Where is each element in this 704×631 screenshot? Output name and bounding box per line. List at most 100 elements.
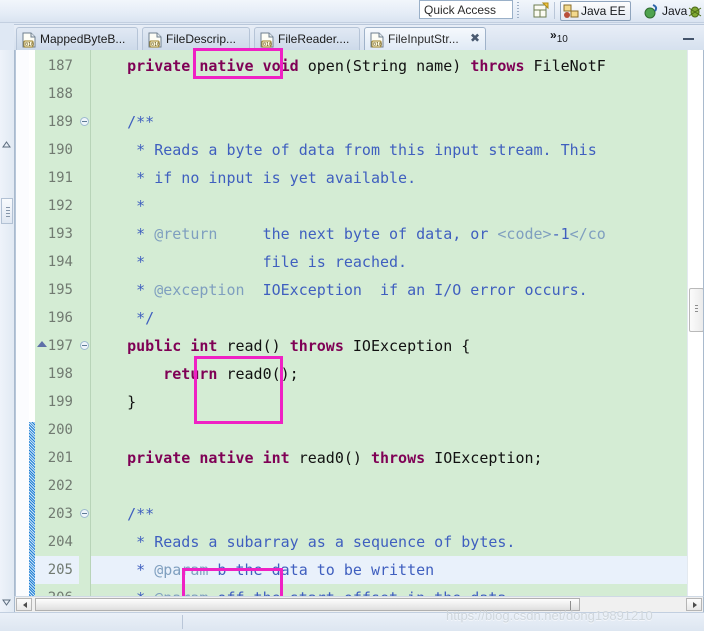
code-token: * Reads a subarray as a sequence of byte…: [91, 533, 516, 551]
editor-tab-2[interactable]: 010 FileReader....: [254, 27, 360, 51]
open-perspective-icon[interactable]: [531, 2, 550, 20]
code-line[interactable]: /**: [91, 108, 154, 136]
line-number: 190: [47, 142, 73, 158]
line-number: 205: [47, 562, 73, 578]
editor-tab-3[interactable]: 010 FileInputStr... ✖: [364, 27, 486, 51]
code-token: throws: [470, 57, 525, 75]
code-token: @return: [154, 225, 218, 243]
code-line[interactable]: private native void open(String name) th…: [91, 52, 606, 80]
editor-tab-0-label: MappedByteB...: [40, 32, 126, 46]
code-editor[interactable]: 187 188 189 190 191 192 193 194 195 196 197 198 199 2…: [14, 50, 704, 613]
code-token: b the data to be written: [208, 561, 435, 579]
svg-text:010: 010: [263, 42, 272, 48]
line-number: 201: [47, 450, 73, 466]
code-line[interactable]: */: [91, 304, 154, 332]
editor-tab-0[interactable]: 010 MappedByteB...: [16, 27, 138, 51]
code-token: FileNotF: [524, 57, 606, 75]
minimize-icon[interactable]: [683, 36, 694, 40]
code-line[interactable]: * file is reached.: [91, 248, 407, 276]
code-line[interactable]: *: [91, 192, 145, 220]
java-file-icon: 010: [370, 32, 384, 48]
svg-text:010: 010: [151, 42, 160, 48]
fold-collapse-icon[interactable]: [80, 117, 89, 126]
code-line[interactable]: private native int read0() throws IOExce…: [91, 444, 543, 472]
code-line[interactable]: return read0();: [91, 360, 298, 388]
code-token: *: [91, 281, 155, 299]
fold-collapse-icon[interactable]: [80, 509, 89, 518]
line-number: 187: [47, 58, 73, 74]
marker-annotation-bar[interactable]: [16, 50, 30, 612]
code-token: open(String name): [298, 57, 471, 75]
watermark-text: https://blog.csdn.net/dong19891210: [446, 608, 653, 623]
code-token: IOException {: [343, 337, 471, 355]
line-number-ruler: 187 188 189 190 191 192 193 194 195 196 197 198 199 2…: [35, 50, 79, 612]
code-text-area[interactable]: private native void open(String name) th…: [91, 50, 688, 612]
scroll-left-icon[interactable]: [16, 598, 32, 611]
code-line[interactable]: }: [91, 388, 136, 416]
code-token: IOException if an I/O error occurs.: [244, 281, 588, 299]
code-token: <code>: [497, 225, 552, 243]
java-file-icon: 010: [148, 32, 162, 48]
code-token: read(): [217, 337, 290, 355]
perspective-java-ee-label: Java EE: [581, 4, 626, 18]
vertical-scrollbar[interactable]: [687, 50, 703, 612]
toolbar-drag-handle[interactable]: [517, 2, 519, 19]
line-number: 202: [47, 478, 73, 494]
code-token: * file is reached.: [91, 253, 408, 271]
perspective-java[interactable]: Java: [643, 2, 689, 20]
code-token: public: [127, 337, 182, 355]
line-number: 199: [47, 394, 73, 410]
vertical-scrollbar-thumb[interactable]: [689, 288, 703, 332]
code-token: private: [127, 449, 191, 467]
code-line[interactable]: * @exception IOException if an I/O error…: [91, 276, 588, 304]
code-line[interactable]: /**: [91, 500, 154, 528]
line-number: 196: [47, 310, 73, 326]
left-dock-strip: [0, 50, 15, 613]
java-ee-perspective-icon: [563, 4, 579, 18]
close-icon[interactable]: ✖: [469, 32, 481, 45]
java-file-icon: 010: [22, 32, 36, 48]
line-number: 191: [47, 170, 73, 186]
svg-text:010: 010: [25, 42, 34, 48]
editor-tab-bar: 010 MappedByteB... 010 FileDescrip... 01…: [14, 24, 704, 51]
code-line[interactable]: * Reads a byte of data from this input s…: [91, 136, 597, 164]
fold-collapse-icon[interactable]: [80, 341, 89, 350]
code-line[interactable]: public int read() throws IOException {: [91, 332, 470, 360]
code-token: *: [91, 197, 146, 215]
line-number: 188: [47, 86, 73, 102]
scroll-right-icon[interactable]: [686, 598, 702, 611]
code-line[interactable]: * if no input is yet available.: [91, 164, 416, 192]
tab-overflow-chevron[interactable]: »10: [550, 28, 568, 50]
debug-perspective-icon[interactable]: [687, 2, 704, 20]
code-token: native: [199, 449, 254, 467]
line-number: 195: [47, 282, 73, 298]
code-token: IOException;: [425, 449, 543, 467]
code-line[interactable]: * @return the next byte of data, or <cod…: [91, 220, 606, 248]
editor-tab-1[interactable]: 010 FileDescrip...: [142, 27, 250, 51]
code-token: *: [91, 561, 155, 579]
folding-ruler[interactable]: [79, 50, 91, 612]
code-token: /**: [91, 113, 155, 131]
perspective-java-label: Java: [662, 4, 688, 18]
code-token: </co: [569, 225, 606, 243]
code-token: the next byte of data, or: [217, 225, 498, 243]
dock-scroll-down-icon[interactable]: [2, 596, 11, 606]
toolbar-divider: [554, 2, 555, 19]
quick-access-input[interactable]: [419, 0, 513, 19]
code-token: /**: [91, 505, 155, 523]
status-bar-divider: [182, 615, 183, 629]
code-token: throws: [370, 449, 426, 467]
perspective-java-ee[interactable]: Java EE: [560, 1, 631, 21]
code-token: void: [262, 57, 299, 75]
code-line[interactable]: * @param b the data to be written: [91, 556, 434, 584]
editor-tab-1-label: FileDescrip...: [166, 32, 237, 46]
code-line[interactable]: * Reads a subarray as a sequence of byte…: [91, 528, 515, 556]
dock-restore-button[interactable]: [1, 198, 13, 224]
dock-scroll-up-icon[interactable]: [2, 138, 11, 148]
code-token: private: [127, 57, 191, 75]
editor-tab-3-label: FileInputStr...: [388, 32, 459, 46]
